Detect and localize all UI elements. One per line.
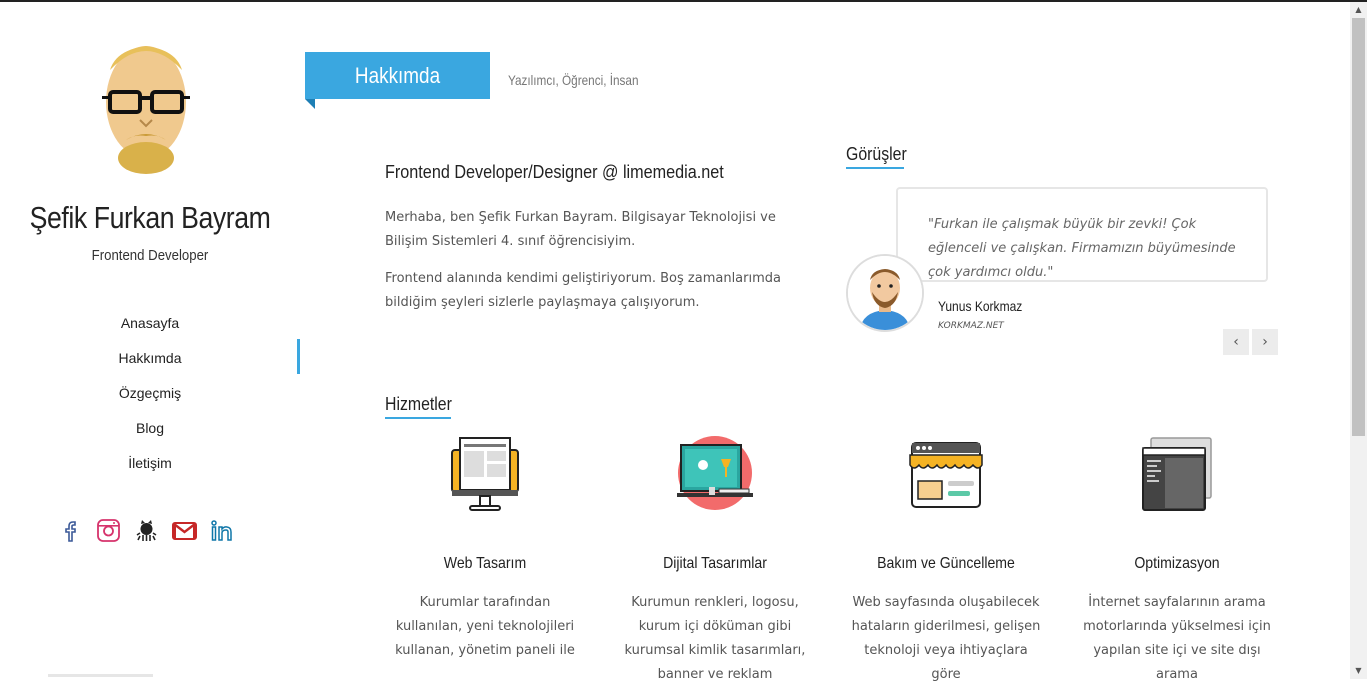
service-description: İnternet sayfalarının arama motorlarında… [1083, 595, 1271, 682]
testimonial-next-button[interactable]: › [1252, 329, 1278, 355]
scroll-thumb[interactable] [1352, 18, 1365, 436]
nav-item-anasayfa[interactable]: Anasayfa [0, 310, 300, 345]
section-title-tab: Hakkımda [305, 52, 490, 99]
reviewer-avatar [846, 254, 924, 332]
main-nav: Anasayfa Hakkımda Özgeçmiş Blog İletişim [0, 310, 300, 485]
linkedin-icon[interactable] [210, 518, 235, 543]
scroll-up-arrow-icon[interactable]: ▲ [1350, 2, 1367, 18]
facebook-icon[interactable] [58, 518, 83, 543]
about-paragraph-1: Merhaba, ben Şefik Furkan Bayram. Bilgis… [385, 210, 776, 249]
service-description: Web sayfasında oluşabilecek hataların gi… [851, 595, 1041, 682]
about-title: Frontend Developer/Designer @ limemedia.… [385, 162, 724, 182]
service-optimizasyon: Optimizasyon İnternet sayfalarının arama… [1077, 432, 1277, 687]
reviewer-name: Yunus Korkmaz [938, 298, 1023, 314]
nav-item-hakkimda[interactable]: Hakkımda [0, 339, 300, 380]
shop-window-icon [846, 432, 1046, 517]
nav-item-ozgecmis[interactable]: Özgeçmiş [0, 380, 300, 415]
service-dijital-tasarimlar: Dijital Tasarımlar Kurumun renkleri, log… [615, 432, 815, 687]
tab-fold [305, 99, 315, 109]
social-links [58, 518, 235, 543]
code-window-icon [1077, 432, 1277, 517]
service-description: Kurumlar tarafından kullanılan, yeni tek… [395, 595, 575, 658]
github-icon[interactable] [134, 518, 159, 543]
service-title: Web Tasarım [443, 555, 527, 572]
profile-name: Şefik Furkan Bayram [29, 200, 271, 235]
section-title: Hakkımda [354, 63, 441, 88]
section-subtitle: Yazılımcı, Öğrenci, İnsan [508, 72, 639, 88]
service-title: Optimizasyon [1134, 555, 1220, 572]
service-bakim-guncelleme: Bakım ve Güncelleme Web sayfasında oluşa… [846, 432, 1046, 687]
reviewer-site[interactable]: KORKMAZ.NET [938, 321, 1004, 331]
monitor-icon [385, 432, 585, 517]
testimonial-prev-button[interactable]: ‹ [1223, 329, 1249, 355]
service-web-tasarim: Web Tasarım Kurumlar tarafından kullanıl… [385, 432, 585, 663]
testimonial-quote: "Furkan ile çalışmak büyük bir zevki! Ço… [896, 187, 1268, 282]
nav-item-blog[interactable]: Blog [0, 415, 300, 450]
services-heading: Hizmetler [385, 394, 452, 419]
service-description: Kurumun renkleri, logosu, kurum içi dökü… [624, 595, 806, 682]
testimonials-heading: Görüşler [846, 144, 907, 169]
profile-avatar [96, 40, 196, 175]
sidebar: Şefik Furkan Bayram Frontend Developer A… [0, 2, 300, 679]
service-title: Dijital Tasarımlar [663, 555, 767, 572]
about-paragraph-2: Frontend alanında kendimi geliştiriyorum… [385, 271, 781, 310]
page-scrollbar[interactable]: ▲ ▼ [1350, 2, 1367, 679]
profile-role: Frontend Developer [91, 247, 209, 264]
instagram-icon[interactable] [96, 518, 121, 543]
nav-item-iletisim[interactable]: İletişim [0, 450, 300, 485]
service-title: Bakım ve Güncelleme [877, 555, 1015, 572]
gmail-icon[interactable] [172, 518, 197, 543]
design-desk-icon [615, 432, 815, 517]
